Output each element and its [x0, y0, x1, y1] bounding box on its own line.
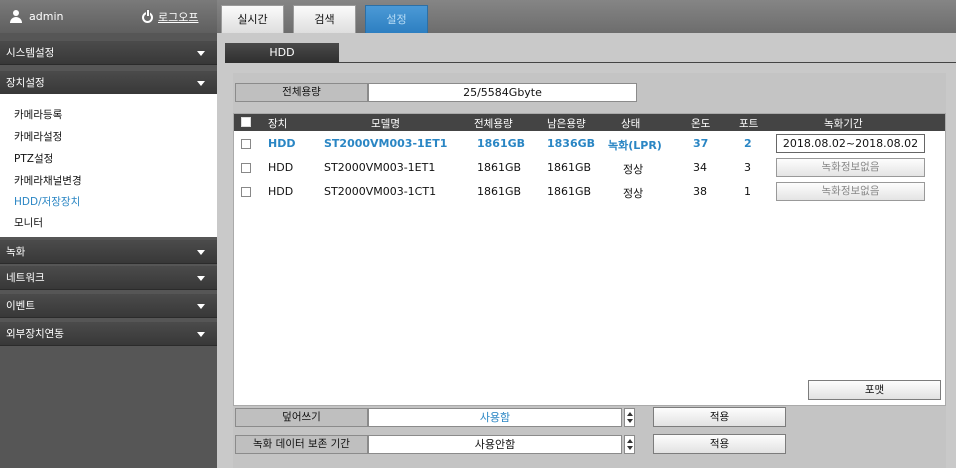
no-recording-info-button[interactable]: 녹화정보없음 — [776, 182, 925, 201]
cell-temp: 34 — [693, 161, 707, 174]
sidebar-item-label: 시스템설정 — [6, 47, 55, 59]
top-bar: admin 로그오프 실시간 검색 설정 — [0, 0, 956, 33]
col-model: 모델명 — [371, 118, 400, 130]
logout-label: 로그오프 — [158, 11, 199, 24]
chevron-up-icon — [627, 439, 633, 443]
submenu-ptz-settings[interactable]: PTZ설정 — [14, 151, 53, 166]
no-recording-info-button[interactable]: 녹화정보없음 — [776, 158, 925, 177]
tab-search[interactable]: 검색 — [293, 5, 356, 33]
user-icon — [10, 10, 22, 23]
cell-model: ST2000VM003-1CT1 — [324, 185, 437, 198]
chevron-up-icon — [627, 412, 633, 416]
table-row[interactable]: HDD ST2000VM003-1CT1 1861GB 1861GB 정상 38… — [234, 181, 945, 203]
section-title: HDD — [225, 43, 339, 63]
sidebar-item-label: 네트워크 — [6, 272, 45, 284]
main-content: HDD 전체용량 25/5584Gbyte 장치 모델명 전체용량 남은용량 상… — [217, 33, 956, 468]
overwrite-spinner[interactable] — [624, 408, 635, 427]
hdd-panel: 전체용량 25/5584Gbyte 장치 모델명 전체용량 남은용량 상태 온도… — [233, 73, 946, 468]
format-button[interactable]: 포맷 — [808, 380, 941, 400]
device-settings-submenu: 카메라등록 카메라설정 PTZ설정 카메라채널변경 HDD/저장장치 모니터 — [0, 94, 217, 237]
table-row[interactable]: HDD ST2000VM003-1ET1 1861GB 1836GB 녹화(LP… — [234, 133, 945, 155]
cell-device: HDD — [268, 161, 294, 174]
cell-port: 3 — [744, 161, 751, 174]
sidebar: 시스템설정 장치설정 카메라등록 카메라설정 PTZ설정 카메라채널변경 HDD… — [0, 33, 217, 468]
cell-free: 1861GB — [547, 185, 592, 198]
sidebar-item-recording[interactable]: 녹화 — [0, 240, 217, 264]
retention-select[interactable]: 사용안함 — [368, 435, 622, 454]
sidebar-item-label: 장치설정 — [6, 77, 45, 89]
cell-device: HDD — [268, 185, 294, 198]
chevron-down-icon — [197, 250, 205, 255]
cell-port: 2 — [744, 137, 752, 150]
sidebar-item-label: 외부장치연동 — [6, 328, 64, 340]
table-header: 장치 모델명 전체용량 남은용량 상태 온도 포트 녹화기간 — [234, 114, 945, 131]
cell-status: 녹화(LPR) — [608, 139, 662, 152]
cell-port: 1 — [744, 185, 751, 198]
submenu-monitor[interactable]: 모니터 — [14, 215, 43, 230]
col-period: 녹화기간 — [824, 118, 863, 130]
sidebar-item-event[interactable]: 이벤트 — [0, 294, 217, 318]
tab-settings[interactable]: 설정 — [365, 5, 428, 33]
section-divider — [339, 62, 956, 63]
col-port: 포트 — [739, 118, 759, 130]
username: admin — [29, 10, 64, 23]
submenu-camera-register[interactable]: 카메라등록 — [14, 107, 62, 122]
col-device: 장치 — [268, 118, 288, 130]
cell-free: 1836GB — [547, 137, 596, 150]
retention-apply-button[interactable]: 적용 — [653, 434, 786, 454]
chevron-down-icon — [197, 81, 205, 86]
sidebar-item-device-settings[interactable]: 장치설정 — [0, 71, 217, 95]
col-total: 전체용량 — [474, 118, 513, 130]
sidebar-item-external-device[interactable]: 외부장치연동 — [0, 322, 217, 346]
power-icon — [142, 9, 153, 23]
cell-model: ST2000VM003-1ET1 — [324, 137, 448, 150]
chevron-down-icon — [197, 276, 205, 281]
overwrite-apply-button[interactable]: 적용 — [653, 407, 786, 427]
sidebar-item-label: 녹화 — [6, 246, 26, 258]
tab-live[interactable]: 실시간 — [221, 5, 284, 33]
capacity-label: 전체용량 — [235, 83, 368, 102]
cell-total: 1861GB — [477, 137, 526, 150]
chevron-down-icon — [197, 51, 205, 56]
hdd-table: 장치 모델명 전체용량 남은용량 상태 온도 포트 녹화기간 HDD ST200… — [233, 113, 946, 406]
cell-device: HDD — [268, 137, 296, 150]
cell-temp: 37 — [693, 137, 709, 150]
sidebar-item-label: 이벤트 — [6, 300, 35, 312]
sidebar-item-network[interactable]: 네트워크 — [0, 266, 217, 290]
table-row[interactable]: HDD ST2000VM003-1ET1 1861GB 1861GB 정상 34… — [234, 157, 945, 179]
row-checkbox[interactable] — [241, 139, 251, 149]
submenu-camera-settings[interactable]: 카메라설정 — [14, 129, 62, 144]
col-free: 남은용량 — [547, 118, 586, 130]
select-all-checkbox[interactable] — [241, 117, 251, 127]
row-checkbox[interactable] — [241, 163, 251, 173]
row-checkbox[interactable] — [241, 187, 251, 197]
recording-period: 2018.08.02~2018.08.02 — [776, 134, 925, 153]
col-temp: 온도 — [691, 118, 711, 130]
retention-label: 녹화 데이터 보존 기간 — [235, 435, 368, 454]
sidebar-item-system-settings[interactable]: 시스템설정 — [0, 41, 217, 65]
submenu-hdd-storage[interactable]: HDD/저장장치 — [14, 194, 80, 209]
cell-temp: 38 — [693, 185, 707, 198]
chevron-down-icon — [197, 304, 205, 309]
submenu-camera-channel-change[interactable]: 카메라채널변경 — [14, 173, 82, 188]
cell-status: 정상 — [623, 187, 644, 200]
cell-free: 1861GB — [547, 161, 592, 174]
capacity-value: 25/5584Gbyte — [368, 83, 637, 102]
cell-model: ST2000VM003-1ET1 — [324, 161, 436, 174]
logout-button[interactable]: 로그오프 — [142, 9, 198, 25]
user-box: admin 로그오프 — [0, 0, 217, 33]
col-status: 상태 — [621, 118, 641, 130]
cell-status: 정상 — [623, 163, 644, 176]
chevron-down-icon — [197, 332, 205, 337]
chevron-down-icon — [627, 446, 633, 450]
cell-total: 1861GB — [477, 161, 522, 174]
chevron-down-icon — [627, 419, 633, 423]
cell-total: 1861GB — [477, 185, 522, 198]
overwrite-label: 덮어쓰기 — [235, 408, 368, 427]
retention-spinner[interactable] — [624, 435, 635, 454]
overwrite-select[interactable]: 사용함 — [368, 408, 622, 427]
